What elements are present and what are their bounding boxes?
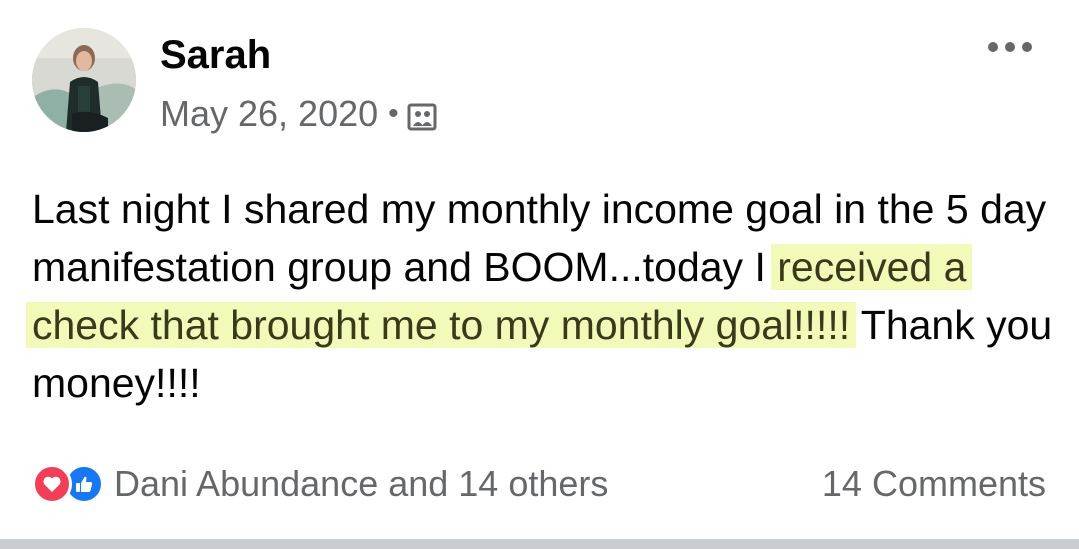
more-options-icon [988, 42, 1032, 52]
more-options-button[interactable] [984, 30, 1036, 64]
post-date[interactable]: May 26, 2020 [160, 93, 378, 135]
photo-album-icon [407, 99, 437, 131]
author-name[interactable]: Sarah [160, 32, 271, 78]
avatar-image [32, 28, 136, 132]
bottom-divider [0, 539, 1079, 549]
post-card: Sarah May 26, 2020 • Last night I shared… [0, 0, 1079, 549]
avatar[interactable] [32, 28, 136, 132]
post-body: Last night I shared my monthly income go… [26, 180, 1062, 412]
meta-separator: • [388, 97, 399, 130]
love-icon [32, 464, 72, 504]
post-meta: May 26, 2020 • [160, 92, 437, 136]
reactions-summary[interactable]: Dani Abundance and 14 others [32, 460, 608, 508]
comments-count[interactable]: 14 Comments [822, 460, 1046, 508]
reactions-text: Dani Abundance and 14 others [114, 463, 609, 504]
